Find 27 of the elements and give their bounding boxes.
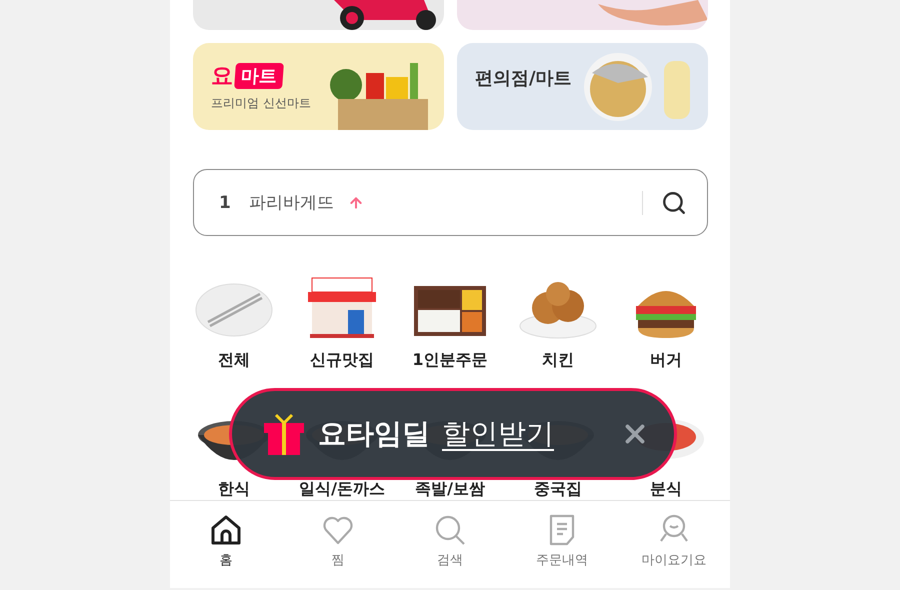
nav-tab[interactable]: 마이요기요 (618, 501, 730, 588)
search-term: 파리바게뜨 (248, 192, 334, 214)
promo-card[interactable] (193, 0, 444, 30)
card-title: 편의점/마트 (475, 66, 572, 90)
search-button[interactable] (661, 190, 687, 216)
toast-title: 요타임딜 (318, 416, 430, 452)
search-icon (433, 513, 467, 548)
popular-search-bar[interactable]: 1 파리바게뜨 (193, 169, 708, 236)
category-item[interactable]: 치킨 (504, 276, 612, 372)
category-item[interactable]: 신규맛집 (288, 276, 396, 372)
category-item[interactable]: 전체 (180, 276, 288, 372)
card-subtitle: 프리미엄 신선마트 (211, 95, 311, 112)
deal-toast[interactable]: 요타임딜 할인받기 (229, 388, 677, 480)
nav-tab[interactable]: 찜 (282, 501, 394, 588)
category-item[interactable]: 1인분주문 (396, 276, 504, 372)
nav-tab[interactable]: 홈 (170, 501, 282, 588)
gift-icon (262, 413, 306, 455)
discount-link[interactable]: 할인받기 (442, 415, 554, 453)
nav-tab[interactable]: 검색 (394, 501, 506, 588)
logo-box: 마트 (234, 63, 284, 89)
logo-mark: 요 (211, 63, 233, 91)
promo-card[interactable]: 요 마트 프리미엄 신선마트 (193, 43, 444, 130)
search-rank: 1 (219, 192, 231, 213)
category-item[interactable]: 버거 (612, 276, 720, 372)
promo-card[interactable]: 편의점/마트 (457, 43, 708, 130)
nav-tab[interactable]: 주문내역 (506, 501, 618, 588)
home-icon (209, 513, 243, 548)
